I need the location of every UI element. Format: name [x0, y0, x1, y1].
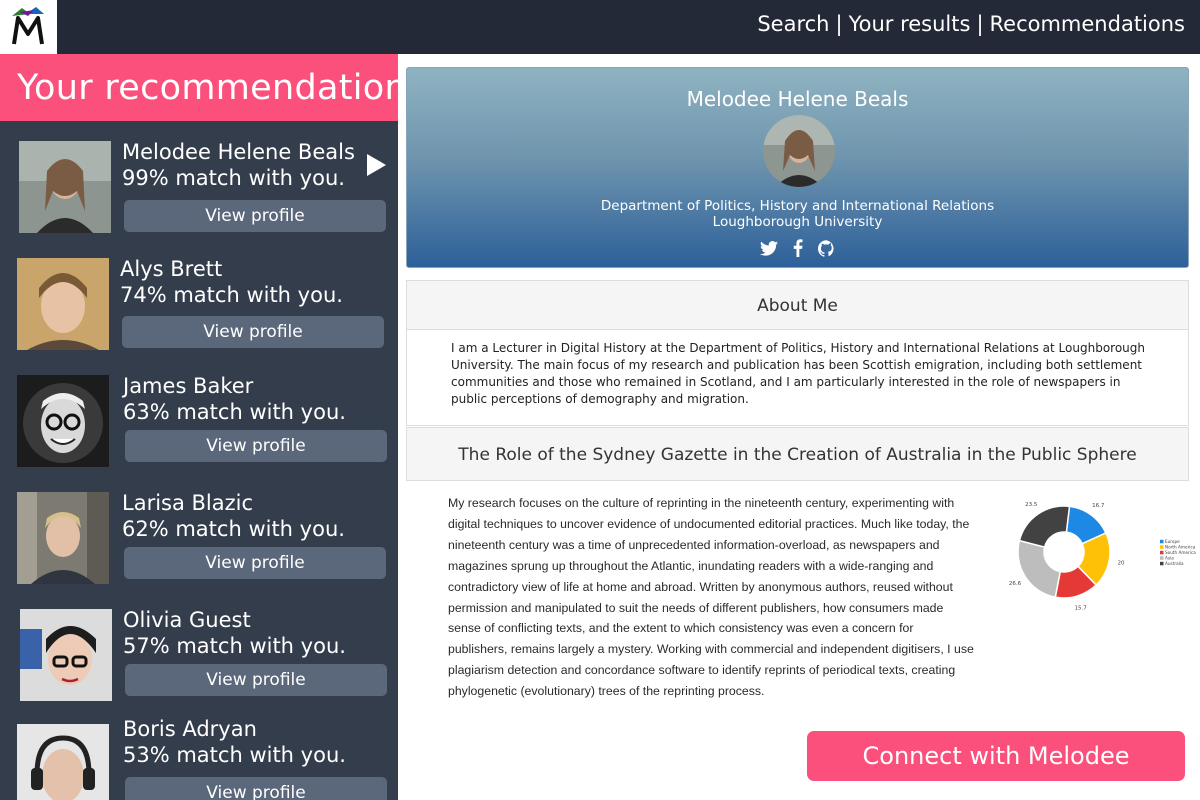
legend-swatch	[1160, 550, 1164, 555]
recommendation-card[interactable]: Olivia Guest 57% match with you. View pr…	[0, 608, 398, 708]
nav-search[interactable]: Search	[757, 12, 829, 36]
chart-value-label: 26.6	[1009, 581, 1022, 587]
avatar	[17, 492, 109, 584]
legend-label: Europe	[1165, 539, 1180, 544]
about-heading: About Me	[406, 280, 1189, 330]
avatar	[17, 258, 109, 350]
donut-chart: 16.7 20 15.7 26.6 23.5 EuropeNorth AmericaSou…	[1009, 502, 1196, 612]
match-score: 62% match with you.	[122, 517, 345, 541]
project-text: My research focuses on the culture of re…	[448, 496, 974, 699]
profile-header: Melodee Helene Beals Department of Polit…	[406, 67, 1189, 268]
profile-department: Department of Politics, History and Inte…	[600, 198, 995, 214]
profile-affiliation: Department of Politics, History and Inte…	[407, 198, 1188, 230]
logo-icon	[12, 7, 44, 45]
chart-slice-australia	[1018, 505, 1071, 548]
legend-swatch	[1160, 545, 1164, 549]
view-profile-button[interactable]: View profile	[122, 316, 384, 348]
person-name[interactable]: James Baker	[123, 374, 253, 398]
match-score: 99% match with you.	[122, 166, 345, 190]
person-name[interactable]: Boris Adryan	[123, 717, 257, 741]
logo[interactable]	[0, 0, 57, 54]
selected-indicator-icon	[367, 154, 386, 176]
person-name[interactable]: Alys Brett	[120, 257, 222, 281]
chart-value-label: 15.7	[1074, 606, 1087, 612]
social-links	[407, 239, 1188, 261]
person-name[interactable]: Larisa Blazic	[122, 491, 253, 515]
facebook-icon[interactable]	[793, 239, 803, 261]
legend-swatch	[1160, 556, 1164, 560]
legend-swatch	[1160, 561, 1164, 566]
legend-label: South America	[1165, 550, 1196, 555]
recommendation-card[interactable]: Boris Adryan 53% match with you. View pr…	[0, 717, 398, 800]
match-score: 53% match with you.	[123, 743, 346, 767]
about-text: I am a Lecturer in Digital History at th…	[451, 341, 1146, 406]
view-profile-button[interactable]: View profile	[125, 777, 387, 800]
recommendation-card[interactable]: Melodee Helene Beals 99% match with you.…	[0, 140, 398, 240]
profile-avatar	[763, 115, 835, 187]
recommendation-card[interactable]: Larisa Blazic 62% match with you. View p…	[0, 491, 398, 591]
recommendations-sidebar: Your recommendations Melodee Helene Beal…	[0, 54, 398, 800]
view-profile-button[interactable]: View profile	[125, 664, 387, 696]
connect-button[interactable]: Connect with Melodee	[807, 731, 1185, 781]
match-score: 57% match with you.	[123, 634, 346, 658]
match-score: 74% match with you.	[120, 283, 343, 307]
top-bar: Search | Your results | Recommendations	[0, 0, 1200, 54]
chart-value-label: 16.7	[1092, 503, 1105, 509]
project-chart: 16.7 20 15.7 26.6 23.5 Europe North America Sou…	[1000, 486, 1200, 616]
match-score: 63% match with you.	[123, 400, 346, 424]
twitter-icon[interactable]	[759, 240, 778, 260]
legend-label: North America	[1165, 545, 1196, 550]
recommendation-card[interactable]: Alys Brett 74% match with you. View prof…	[0, 257, 398, 357]
sidebar-header: Your recommendations	[0, 54, 398, 121]
nav-separator: |	[976, 12, 984, 36]
view-profile-button[interactable]: View profile	[124, 200, 386, 232]
sidebar-title: Your recommendations	[17, 68, 398, 108]
legend-swatch	[1160, 539, 1164, 544]
profile-name: Melodee Helene Beals	[686, 87, 909, 111]
legend-label: Australia	[1165, 561, 1184, 566]
main-nav: Search | Your results | Recommendations	[757, 12, 1185, 36]
chart-value-label: 20	[1118, 561, 1125, 567]
profile-university: Loughborough University	[712, 214, 883, 230]
avatar	[17, 375, 109, 467]
avatar	[19, 141, 111, 233]
nav-your-results[interactable]: Your results	[849, 12, 971, 36]
nav-separator: |	[835, 12, 843, 36]
about-panel: I am a Lecturer in Digital History at th…	[406, 330, 1189, 426]
person-name[interactable]: Melodee Helene Beals	[122, 140, 355, 164]
chart-value-label: 23.5	[1025, 502, 1038, 508]
chart-slice-asia	[1017, 539, 1062, 599]
project-heading: The Role of the Sydney Gazette in the Cr…	[406, 427, 1189, 481]
legend-label: Asia	[1165, 556, 1174, 561]
recommendation-card[interactable]: James Baker 63% match with you. View pro…	[0, 374, 398, 474]
avatar	[17, 724, 109, 800]
github-icon[interactable]	[818, 239, 835, 261]
view-profile-button[interactable]: View profile	[125, 430, 387, 462]
nav-recommendations[interactable]: Recommendations	[990, 12, 1185, 36]
avatar	[20, 609, 112, 701]
view-profile-button[interactable]: View profile	[124, 547, 386, 579]
person-name[interactable]: Olivia Guest	[123, 608, 251, 632]
